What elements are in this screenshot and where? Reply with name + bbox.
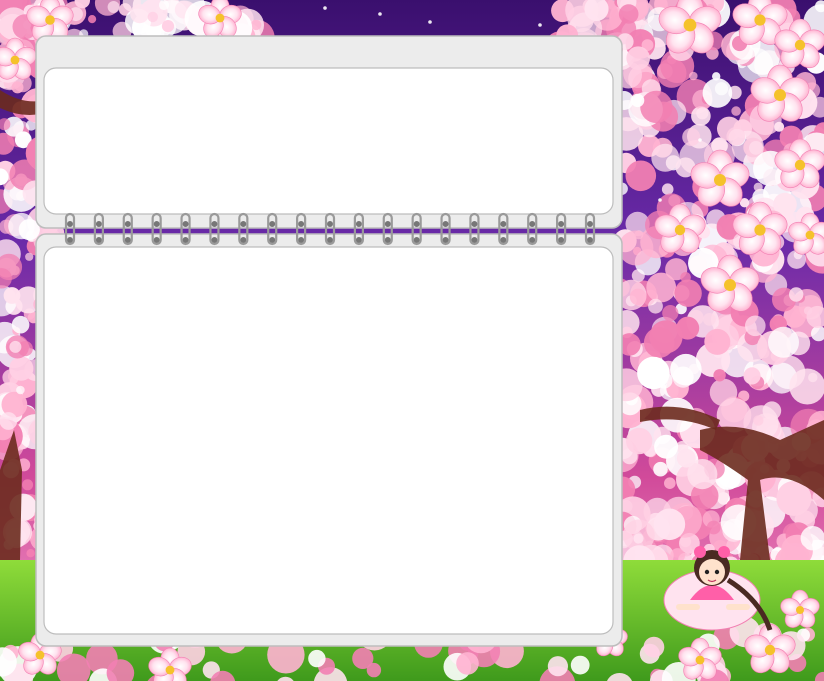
spiral-notebook xyxy=(35,35,773,647)
character-part xyxy=(726,604,750,610)
bottom-panel-content-area[interactable] xyxy=(43,246,614,635)
character-part xyxy=(718,546,730,558)
top-panel-content-area[interactable] xyxy=(43,67,614,215)
character-part xyxy=(714,569,720,575)
top-panel xyxy=(35,35,623,229)
fairy-girl-character xyxy=(663,546,773,631)
bottom-panel xyxy=(35,233,623,647)
character-part xyxy=(704,569,710,575)
character-part xyxy=(694,546,706,558)
character-part xyxy=(676,604,700,610)
